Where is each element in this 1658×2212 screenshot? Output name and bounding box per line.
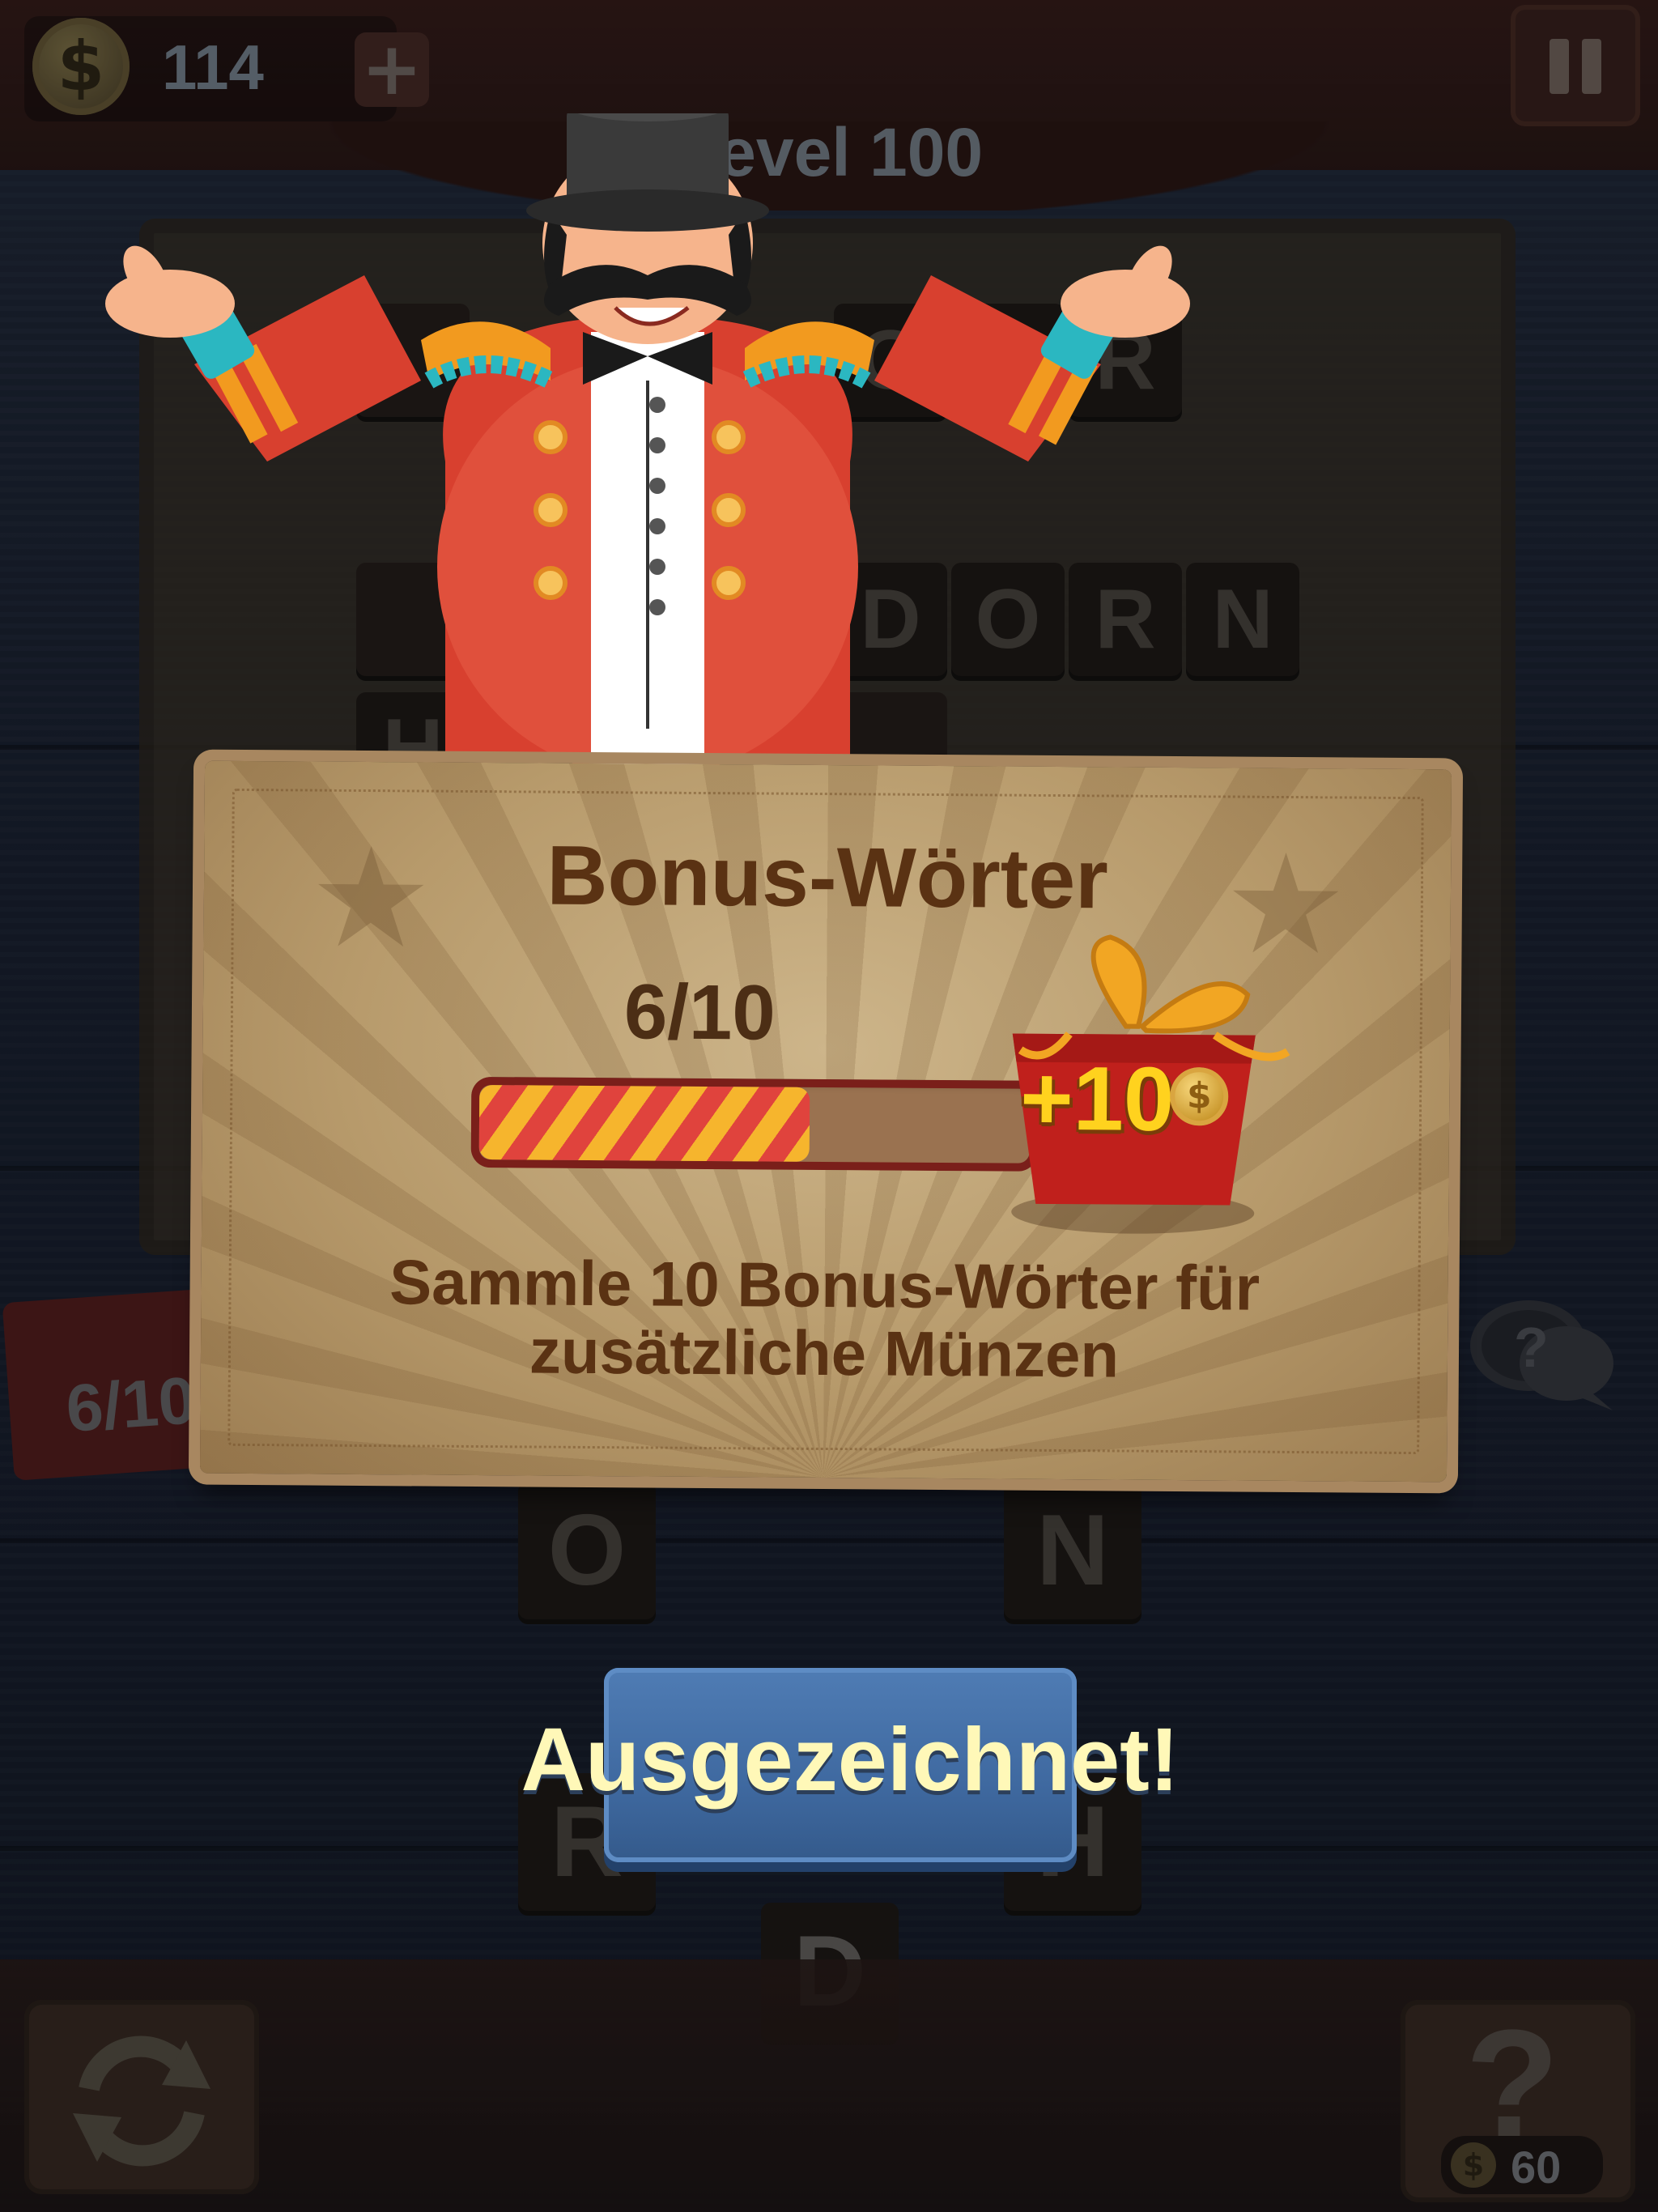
progress-label: 6/10 [623,968,776,1057]
dialog-description: Sammle 10 Bonus-Wörter für zusätzliche M… [389,1246,1261,1391]
reward-label: +10 [1019,1047,1175,1151]
bonus-progress-bar [470,1076,1039,1172]
ringmaster-character [105,113,1190,777]
coin-icon: $ [1169,1066,1229,1126]
dialog-title: Bonus-Wörter [546,828,1109,927]
continue-button-label: Ausgezeichnet! [521,1710,1180,1810]
progress-fill [478,1085,810,1162]
bonus-words-dialog: ★ ★ Bonus-Wörter 6/10 +10 $ Sammle 10 Bo… [199,760,1452,1482]
